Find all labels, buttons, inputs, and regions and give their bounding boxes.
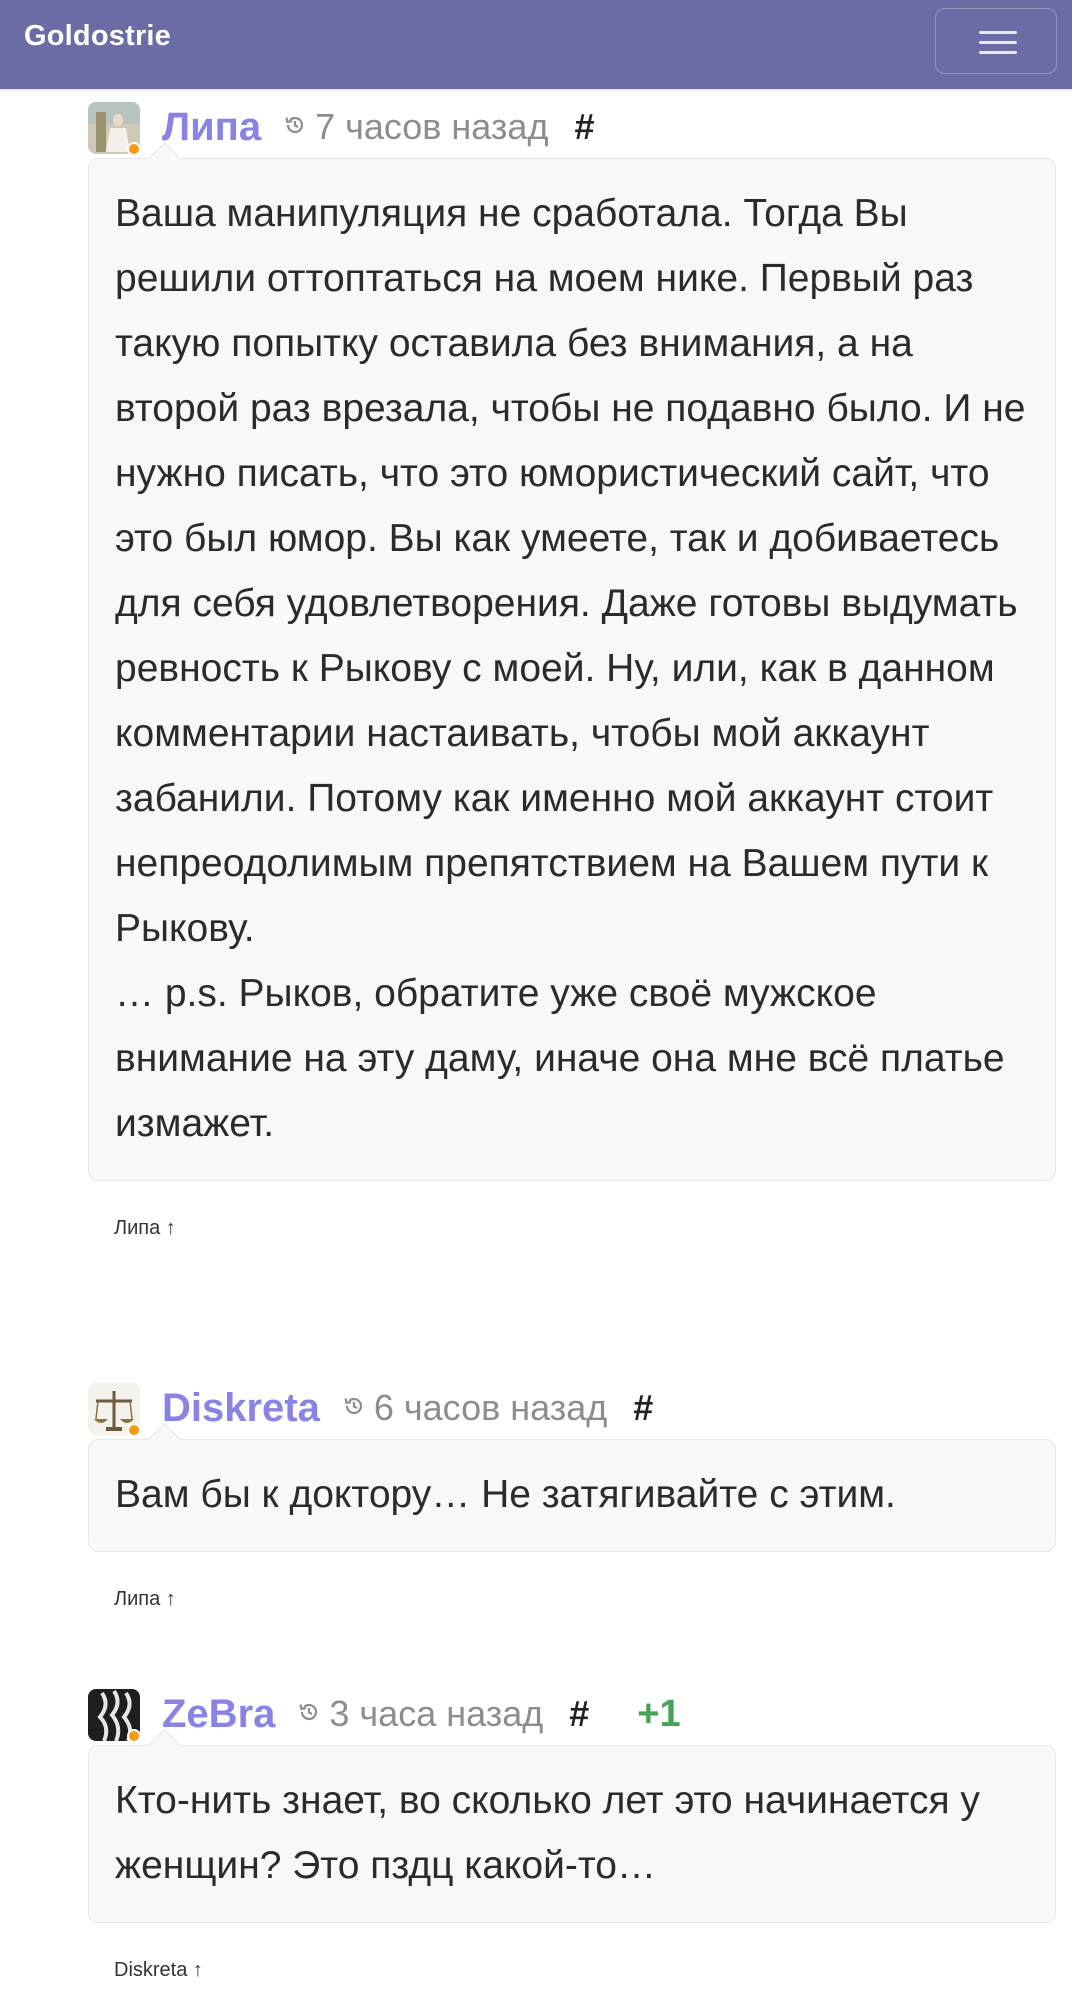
comment-body: Вам бы к доктору… Не затягивайте с этим. [88, 1439, 1056, 1552]
history-icon [342, 1394, 366, 1423]
comment-header: Diskreta 6 часов назад # [88, 1369, 1056, 1439]
comment-item: Diskreta 6 часов назад # Вам бы к доктор… [88, 1369, 1056, 1611]
comment-text: Кто-нить знает, во сколько лет это начин… [115, 1779, 980, 1887]
history-icon [297, 1700, 321, 1729]
hamburger-menu-button[interactable] [935, 8, 1057, 74]
comment-permalink[interactable]: # [569, 1693, 589, 1735]
comment-score: +1 [637, 1692, 681, 1735]
history-icon [283, 113, 307, 142]
online-status-dot [127, 1729, 141, 1743]
comment-item: ZeBra 3 часа назад # +1 Кто-нить знает, … [88, 1675, 1056, 1982]
reply-to-link[interactable]: Липа ↑ [114, 1217, 1056, 1240]
comment-permalink[interactable]: # [633, 1387, 653, 1429]
top-navbar: Goldostrie [0, 0, 1072, 89]
reply-to-link[interactable]: Diskreta ↑ [114, 1959, 1056, 1982]
comment-item: Липа 7 часов назад # Ваша манипуляция не… [88, 88, 1056, 1240]
comment-timestamp[interactable]: 6 часов назад [374, 1387, 607, 1429]
comment-text: Ваша манипуляция не сработала. Тогда Вы … [115, 192, 1026, 1145]
comment-timestamp[interactable]: 3 часа назад [329, 1693, 543, 1735]
online-status-dot [127, 142, 141, 156]
site-brand[interactable]: Goldostrie [24, 20, 171, 53]
comment-body: Кто-нить знает, во сколько лет это начин… [88, 1745, 1056, 1923]
comment-text: Вам бы к доктору… Не затягивайте с этим. [115, 1473, 896, 1516]
comment-timestamp[interactable]: 7 часов назад [315, 106, 548, 148]
comment-body: Ваша манипуляция не сработала. Тогда Вы … [88, 158, 1056, 1181]
comment-permalink[interactable]: # [574, 106, 594, 148]
comment-header: Липа 7 часов назад # [88, 88, 1056, 158]
comment-username[interactable]: Diskreta [162, 1386, 320, 1431]
comment-username[interactable]: ZeBra [162, 1692, 275, 1737]
reply-to-link[interactable]: Липа ↑ [114, 1588, 1056, 1611]
online-status-dot [127, 1423, 141, 1437]
comment-username[interactable]: Липа [162, 105, 261, 150]
comment-header: ZeBra 3 часа назад # +1 [88, 1675, 1056, 1745]
